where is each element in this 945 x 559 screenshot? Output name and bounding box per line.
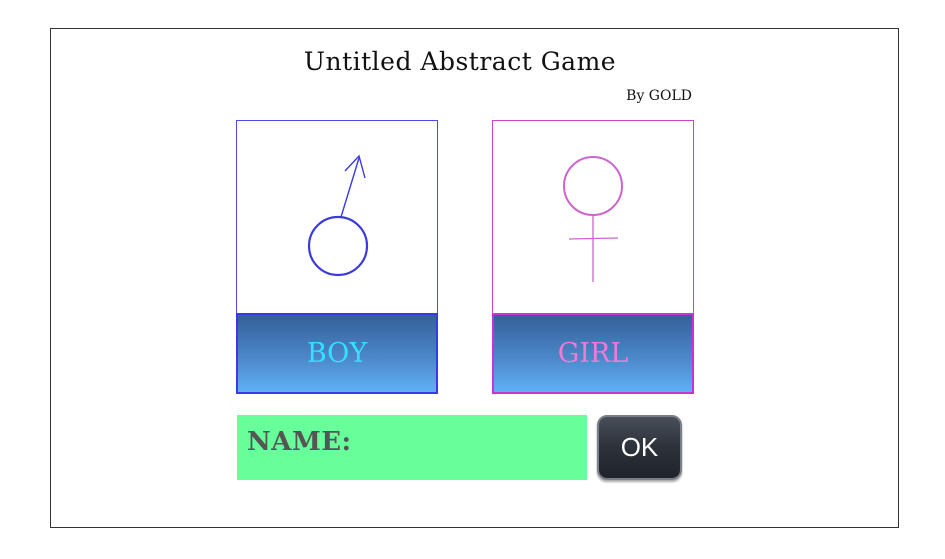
girl-card[interactable]: GIRL: [492, 120, 694, 394]
author-byline: By GOLD: [626, 88, 692, 104]
boy-card[interactable]: BOY: [236, 120, 438, 394]
female-symbol-icon: [563, 156, 623, 282]
male-symbol-icon: [307, 154, 369, 277]
boy-label: BOY: [236, 313, 438, 394]
girl-label: GIRL: [492, 313, 694, 394]
ok-button[interactable]: OK: [597, 415, 682, 480]
name-label: NAME:: [247, 427, 352, 457]
game-title: Untitled Abstract Game: [303, 47, 617, 76]
name-field[interactable]: NAME:: [237, 415, 587, 480]
